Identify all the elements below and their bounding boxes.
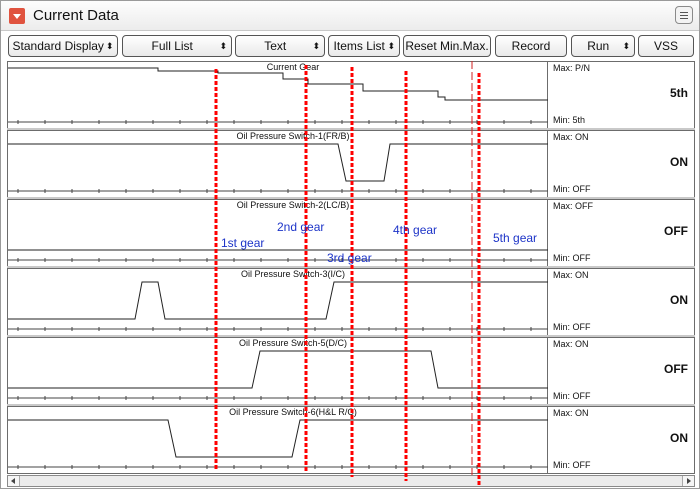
- graph-panel-current-gear[interactable]: Current Gear Max: P/N 5th Min: 5th: [7, 61, 695, 129]
- standard-display-label: Standard Display: [12, 39, 104, 53]
- min-value: Min: OFF: [553, 184, 591, 194]
- max-value: Max: ON: [553, 339, 589, 349]
- full-list-dropdown[interactable]: Full List ⬍: [122, 35, 232, 57]
- value-area: Max: ON OFF Min: OFF: [549, 338, 694, 404]
- standard-display-dropdown[interactable]: Standard Display ⬍: [8, 35, 118, 57]
- spinner-icon: ⬍: [622, 40, 630, 51]
- min-value: Min: OFF: [553, 460, 591, 470]
- vss-label: VSS: [653, 39, 678, 53]
- graph-panel-ops1[interactable]: Oil Pressure Switch-1(FR/B) Max: ON ON M…: [7, 130, 695, 198]
- max-value: Max: ON: [553, 132, 589, 142]
- horizontal-scrollbar[interactable]: [7, 475, 695, 487]
- trace-ops6: [8, 419, 548, 469]
- trace-ops3: [8, 281, 548, 331]
- value-area: Max: OFF OFF Min: OFF: [549, 200, 694, 266]
- max-value: Max: P/N: [553, 63, 591, 73]
- gear-label-3rd: 3rd gear: [327, 251, 372, 265]
- spinner-icon: ⬍: [312, 40, 320, 51]
- max-value: Max: OFF: [553, 201, 593, 211]
- gear-label-4th: 4th gear: [393, 223, 438, 237]
- current-value: ON: [670, 431, 688, 445]
- reset-min-max-button[interactable]: Reset Min.Max.: [403, 35, 491, 57]
- run-dropdown[interactable]: Run ⬍: [571, 35, 635, 57]
- list-menu-icon[interactable]: [675, 6, 693, 24]
- current-value: OFF: [664, 224, 688, 238]
- graph-panel-ops5[interactable]: Oil Pressure Switch-5(D/C) Max: ON OFF M…: [7, 337, 695, 405]
- gear-label-1st: 1st gear: [221, 236, 265, 250]
- min-value: Min: 5th: [553, 115, 586, 125]
- record-label: Record: [511, 39, 551, 53]
- max-value: Max: ON: [553, 408, 589, 418]
- spinner-icon: ⬍: [219, 40, 227, 51]
- plot-area: Current Gear: [8, 62, 548, 128]
- value-area: Max: ON ON Min: OFF: [549, 269, 694, 335]
- text-label: Text: [264, 39, 287, 53]
- value-area: Max: P/N 5th Min: 5th: [549, 62, 694, 128]
- toolbar: Standard Display ⬍ Full List ⬍ Text ⬍ Items…: [1, 32, 699, 60]
- min-value: Min: OFF: [553, 391, 591, 401]
- dropdown-arrow-icon[interactable]: [9, 8, 25, 24]
- arrow-left-icon[interactable]: [8, 476, 20, 486]
- current-value: ON: [670, 293, 688, 307]
- trace-ops1: [8, 143, 548, 193]
- gear-label-5th: 5th gear: [493, 231, 538, 245]
- spinner-icon: ⬍: [387, 40, 395, 51]
- max-value: Max: ON: [553, 270, 589, 280]
- window-title: Current Data: [33, 7, 119, 24]
- graph-panel-ops3[interactable]: Oil Pressure Switch-3(I/C) Max: ON ON Mi…: [7, 268, 695, 336]
- trace-current-gear: [8, 67, 548, 124]
- current-value: ON: [670, 155, 688, 169]
- reset-min-max-label: Reset Min.Max.: [405, 39, 489, 53]
- text-dropdown[interactable]: Text ⬍: [235, 35, 325, 57]
- value-area: Max: ON ON Min: OFF: [549, 407, 694, 473]
- vss-button[interactable]: VSS: [638, 35, 694, 57]
- items-list-label: Items List: [333, 39, 385, 53]
- min-value: Min: OFF: [553, 253, 591, 263]
- graph-panel-ops6[interactable]: Oil Pressure Switch-6(H&L R/C) Max: ON O…: [7, 406, 695, 474]
- title-bar: Current Data: [1, 1, 699, 31]
- arrow-right-icon[interactable]: [682, 476, 694, 486]
- run-label: Run: [587, 39, 610, 53]
- gear-label-2nd: 2nd gear: [277, 220, 325, 234]
- current-value: OFF: [664, 362, 688, 376]
- trace-ops5: [8, 350, 548, 400]
- plot-area: Oil Pressure Switch-3(I/C): [8, 269, 548, 335]
- plot-area: Oil Pressure Switch-6(H&L R/C): [8, 407, 548, 473]
- current-data-window: Current Data Standard Display ⬍ Full List…: [0, 0, 700, 489]
- plot-area: Oil Pressure Switch-5(D/C): [8, 338, 548, 404]
- spinner-icon: ⬍: [105, 40, 114, 51]
- current-value: 5th: [670, 86, 688, 100]
- items-list-dropdown[interactable]: Items List ⬍: [328, 35, 400, 57]
- record-button[interactable]: Record: [495, 35, 567, 57]
- value-area: Max: ON ON Min: OFF: [549, 131, 694, 197]
- plot-area: Oil Pressure Switch-1(FR/B): [8, 131, 548, 197]
- full-list-label: Full List: [151, 39, 193, 53]
- min-value: Min: OFF: [553, 322, 591, 332]
